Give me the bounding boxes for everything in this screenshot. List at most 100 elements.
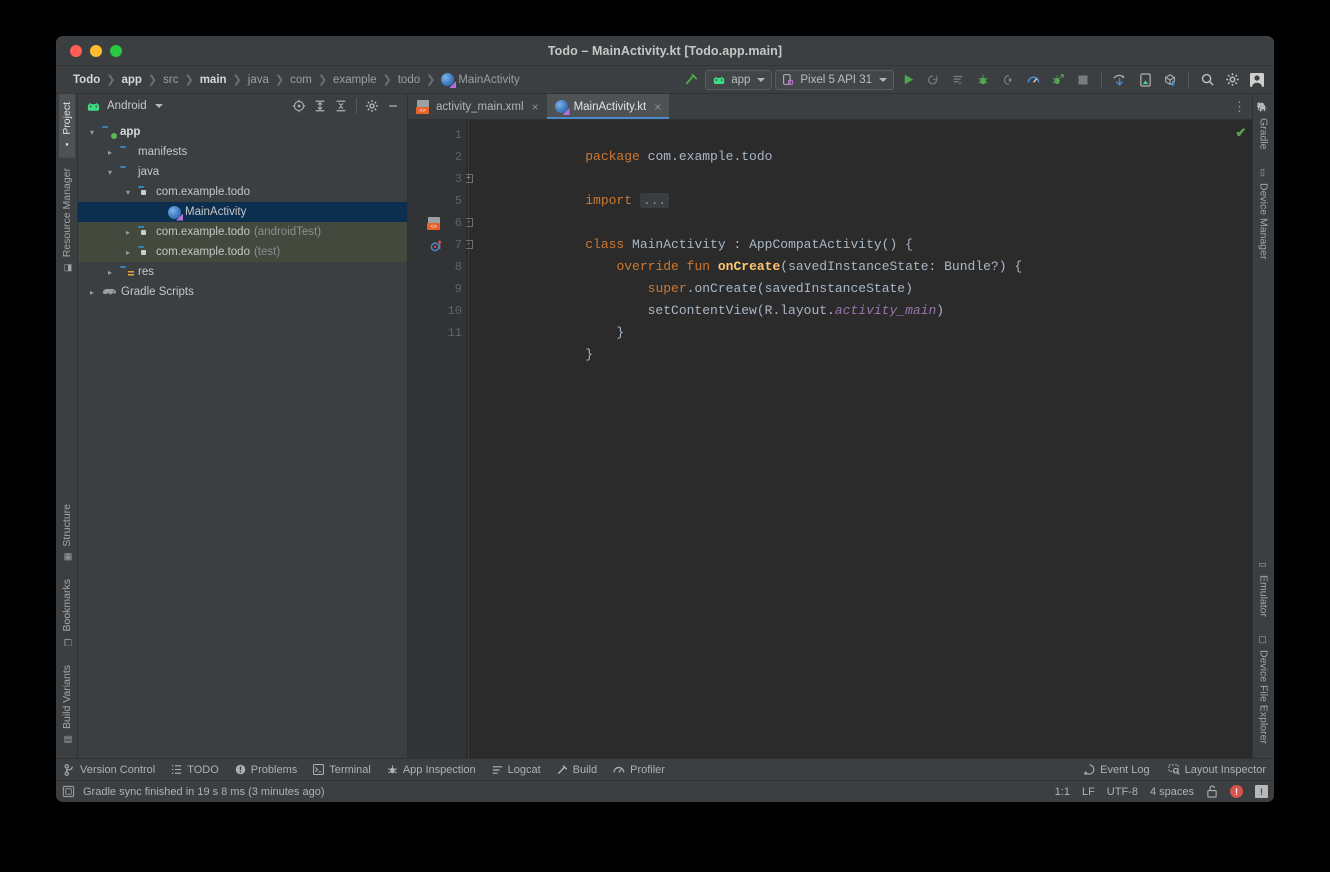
settings-button[interactable] bbox=[1221, 69, 1243, 91]
sidebar-item-structure[interactable]: ▦ Structure bbox=[59, 496, 75, 570]
sidebar-item-device-manager[interactable]: ▯ Device Manager bbox=[1256, 160, 1272, 267]
tree-row-gradle-scripts[interactable]: Gradle Scripts bbox=[78, 282, 407, 302]
tree-row-manifests[interactable]: manifests bbox=[78, 142, 407, 162]
breadcrumb-item-com[interactable]: com bbox=[285, 73, 317, 87]
tool-button-todo[interactable]: TODO bbox=[171, 764, 219, 776]
sidebar-item-gradle[interactable]: 🐘 Gradle bbox=[1256, 94, 1272, 158]
tree-row-package-androidtest[interactable]: com.example.todo (androidTest) bbox=[78, 222, 407, 242]
close-icon[interactable]: × bbox=[654, 100, 661, 114]
tree-row-res[interactable]: res bbox=[78, 262, 407, 282]
tab-options-button[interactable]: ⋮ bbox=[1227, 94, 1252, 119]
breadcrumb-item-app[interactable]: app bbox=[116, 73, 146, 87]
unlocked-icon[interactable] bbox=[1206, 785, 1218, 798]
tool-button-build[interactable]: Build bbox=[557, 764, 597, 776]
tool-button-label: TODO bbox=[187, 763, 219, 776]
breadcrumb-item-todo-pkg[interactable]: todo bbox=[393, 73, 425, 87]
device-selector[interactable]: Pixel 5 API 31 bbox=[775, 69, 894, 90]
tool-button-problems[interactable]: Problems bbox=[235, 764, 297, 776]
code-editor[interactable]: package com.example.todo + import ... - … bbox=[466, 120, 1238, 758]
tool-button-profiler[interactable]: Profiler bbox=[613, 764, 665, 776]
tool-button-terminal[interactable]: Terminal bbox=[313, 764, 371, 776]
intention-bulb-icon[interactable] bbox=[652, 149, 666, 163]
avd-manager-button[interactable] bbox=[1134, 69, 1156, 91]
caret-position[interactable]: 1:1 bbox=[1055, 786, 1070, 798]
project-view-selector-label[interactable]: Android bbox=[107, 100, 147, 112]
search-everywhere-button[interactable] bbox=[1196, 69, 1218, 91]
gutter-line: 5 bbox=[454, 194, 462, 208]
breadcrumb-item-example[interactable]: example bbox=[328, 73, 381, 87]
chevron-right-icon[interactable] bbox=[122, 248, 134, 257]
chevron-right-icon[interactable] bbox=[122, 228, 134, 237]
window-body: ▪ Project ◧ Resource Manager ▦ Structure… bbox=[56, 94, 1274, 758]
notification-badge[interactable]: ! bbox=[1255, 785, 1268, 798]
indent-setting[interactable]: 4 spaces bbox=[1150, 786, 1194, 798]
chevron-right-icon[interactable] bbox=[104, 268, 116, 277]
overriding-method-icon[interactable] bbox=[426, 235, 446, 255]
sidebar-item-emulator[interactable]: ▭ Emulator bbox=[1256, 552, 1272, 625]
debug-button[interactable] bbox=[972, 69, 994, 91]
fold-collapse-icon[interactable]: - bbox=[466, 240, 473, 249]
tool-button-layout-inspector[interactable]: Layout Inspector bbox=[1168, 764, 1266, 776]
apply-changes-button[interactable] bbox=[922, 69, 944, 91]
hide-panel-button[interactable] bbox=[383, 96, 403, 116]
sidebar-item-project[interactable]: ▪ Project bbox=[58, 94, 75, 158]
profile-app-button[interactable] bbox=[1047, 69, 1069, 91]
tab-mainactivity-kt[interactable]: MainActivity.kt × bbox=[546, 94, 670, 119]
settings-gear-button[interactable] bbox=[362, 96, 382, 116]
minimize-button[interactable] bbox=[90, 44, 102, 57]
inspection-status-widget[interactable]: ✔ bbox=[1232, 124, 1250, 142]
stop-button[interactable] bbox=[1072, 69, 1094, 91]
hammer-icon[interactable] bbox=[680, 69, 702, 91]
chevron-right-icon[interactable] bbox=[104, 148, 116, 157]
expand-all-button[interactable] bbox=[310, 96, 330, 116]
line-separator[interactable]: LF bbox=[1082, 786, 1095, 798]
fold-collapse-icon[interactable]: - bbox=[466, 218, 473, 227]
run-with-coverage-button[interactable] bbox=[947, 69, 969, 91]
account-button[interactable] bbox=[1246, 69, 1268, 91]
tree-row-package[interactable]: com.example.todo bbox=[78, 182, 407, 202]
chevron-down-icon[interactable] bbox=[86, 128, 98, 137]
chevron-right-icon[interactable] bbox=[86, 288, 98, 297]
tree-row-app[interactable]: app bbox=[78, 122, 407, 142]
editor-gutter[interactable]: 1 2 3 5 6 bbox=[408, 120, 481, 758]
sidebar-item-device-file-explorer[interactable]: ▢ Device File Explorer bbox=[1256, 627, 1272, 752]
chevron-down-icon[interactable] bbox=[122, 188, 134, 197]
breadcrumb-item-todo[interactable]: Todo bbox=[68, 73, 105, 87]
editor-scrollbar-markers[interactable]: ✔ bbox=[1236, 120, 1252, 758]
tree-row-package-test[interactable]: com.example.todo (test) bbox=[78, 242, 407, 262]
close-icon[interactable]: × bbox=[532, 100, 539, 114]
tool-button-app-inspection[interactable]: App Inspection bbox=[387, 764, 476, 776]
gutter-line: 8 bbox=[454, 260, 462, 274]
sync-gradle-button[interactable] bbox=[1109, 69, 1131, 91]
tree-row-java[interactable]: java bbox=[78, 162, 407, 182]
related-layout-icon[interactable] bbox=[424, 213, 444, 233]
tab-activity-main-xml[interactable]: activity_main.xml × bbox=[408, 94, 547, 119]
file-encoding[interactable]: UTF-8 bbox=[1107, 786, 1138, 798]
error-badge[interactable]: ! bbox=[1230, 785, 1243, 798]
chevron-down-icon[interactable] bbox=[104, 168, 116, 177]
sidebar-item-resource-manager[interactable]: ◧ Resource Manager bbox=[59, 160, 75, 280]
close-button[interactable] bbox=[70, 44, 82, 57]
collapse-all-button[interactable] bbox=[331, 96, 351, 116]
tree-row-mainactivity[interactable]: MainActivity bbox=[78, 202, 407, 222]
breadcrumb-item-mainactivity[interactable]: MainActivity bbox=[436, 72, 524, 87]
breadcrumb-item-main[interactable]: main bbox=[195, 73, 232, 87]
status-message-icon[interactable] bbox=[62, 785, 75, 798]
breadcrumb-item-java[interactable]: java bbox=[243, 73, 274, 87]
sidebar-item-label: Structure bbox=[60, 503, 73, 547]
sdk-manager-button[interactable] bbox=[1159, 69, 1181, 91]
chevron-down-icon[interactable] bbox=[154, 104, 163, 108]
sidebar-item-build-variants[interactable]: ▤ Build Variants bbox=[59, 657, 75, 752]
tool-button-logcat[interactable]: Logcat bbox=[492, 764, 541, 776]
attach-debugger-button[interactable] bbox=[997, 69, 1019, 91]
fold-expand-icon[interactable]: + bbox=[466, 174, 473, 183]
select-opened-file-button[interactable] bbox=[289, 96, 309, 116]
sidebar-item-bookmarks[interactable]: ❏ Bookmarks bbox=[59, 571, 75, 655]
tool-button-event-log[interactable]: Event Log bbox=[1084, 764, 1150, 776]
breadcrumb-item-src[interactable]: src bbox=[158, 73, 183, 87]
profiler-button[interactable] bbox=[1022, 69, 1044, 91]
run-configuration-selector[interactable]: app bbox=[705, 69, 773, 90]
run-button[interactable] bbox=[897, 69, 919, 91]
zoom-button[interactable] bbox=[110, 44, 122, 57]
tool-button-version-control[interactable]: Version Control bbox=[64, 764, 155, 776]
